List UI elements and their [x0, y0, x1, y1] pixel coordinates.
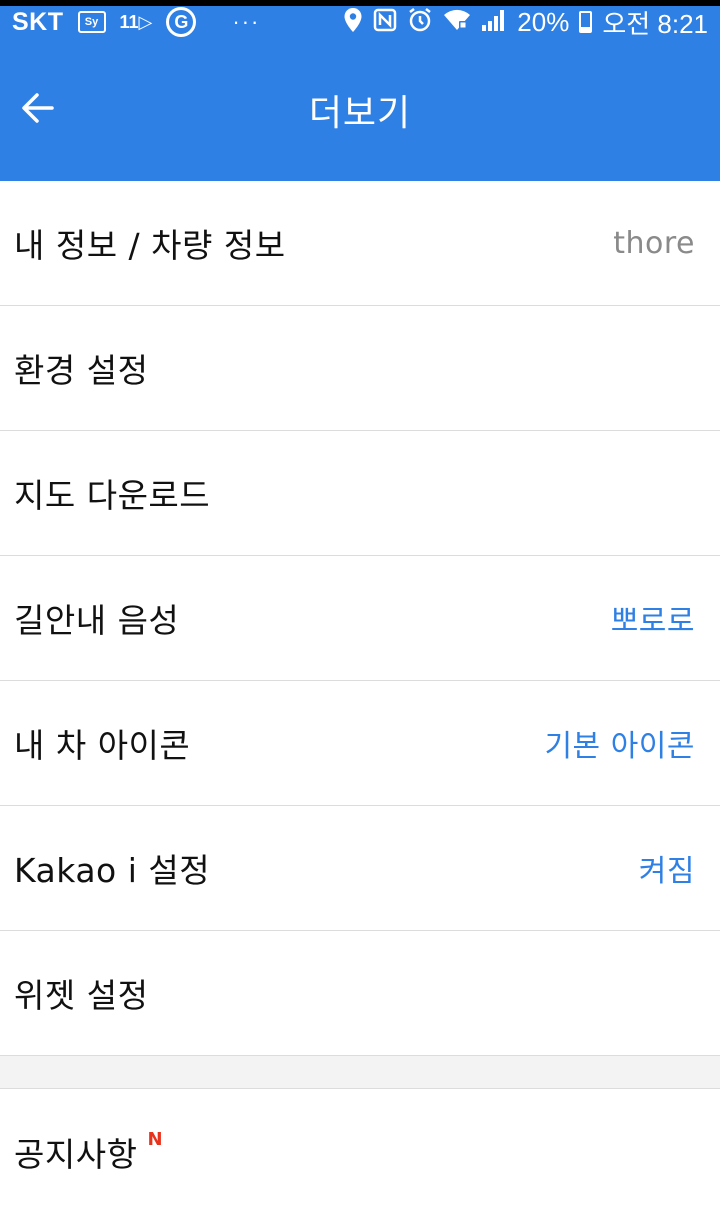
status-bar: SKT Sy 11▷ G ··· 20% 오전 8:21	[0, 0, 720, 44]
menu-item-label: Kakao i 설정	[14, 851, 211, 890]
battery-percent: 20%	[517, 6, 570, 37]
menu-item-label: 내 정보 / 차량 정보	[14, 226, 286, 265]
menu-item-label: 공지사항	[14, 1134, 138, 1174]
carrier-label: SKT	[12, 7, 64, 36]
menu-item-my-info[interactable]: 내 정보 / 차량 정보 thore	[0, 181, 720, 306]
nfc-icon	[373, 8, 397, 36]
battery-icon	[579, 11, 593, 33]
menu-item-map-download[interactable]: 지도 다운로드	[0, 431, 720, 556]
menu-item-value: 뽀로로	[610, 604, 695, 639]
menu-item-value: 켜짐	[638, 854, 695, 889]
signal-icon	[481, 8, 507, 36]
menu-item-notice[interactable]: 공지사항 N	[0, 1089, 720, 1214]
menu-item-navigation-voice[interactable]: 길안내 음성 뽀로로	[0, 556, 720, 681]
new-badge: N	[147, 1129, 163, 1150]
status-bar-right: 20% 오전 8:21	[343, 4, 708, 41]
page-title: 더보기	[308, 93, 412, 134]
eleven-st-icon: 11▷	[119, 11, 153, 32]
wifi-icon	[443, 8, 471, 36]
clock: 오전 8:21	[602, 8, 708, 39]
menu-list: 내 정보 / 차량 정보 thore 환경 설정 지도 다운로드 길안내 음성 …	[0, 181, 720, 1214]
menu-item-car-icon[interactable]: 내 차 아이콘 기본 아이콘	[0, 681, 720, 806]
menu-item-kakao-i[interactable]: Kakao i 설정 켜짐	[0, 806, 720, 931]
location-pin-icon	[343, 7, 363, 37]
menu-item-label: 위젯 설정	[14, 976, 149, 1015]
menu-item-value: thore	[613, 225, 695, 261]
menu-item-value: 기본 아이콘	[544, 729, 695, 764]
menu-item-label: 길안내 음성	[14, 601, 180, 640]
google-icon: G	[166, 7, 197, 37]
status-bar-left: SKT Sy 11▷ G ···	[12, 7, 260, 37]
app-bar: 더보기	[0, 44, 720, 181]
menu-item-label: 내 차 아이콘	[14, 726, 191, 765]
sy-app-icon: Sy	[77, 11, 106, 33]
menu-item-label: 환경 설정	[14, 351, 149, 390]
menu-item-settings[interactable]: 환경 설정	[0, 306, 720, 431]
eleven-st-label: 11	[119, 11, 139, 32]
menu-item-label: 지도 다운로드	[14, 476, 211, 515]
more-notifications-icon: ···	[232, 9, 261, 34]
section-divider	[0, 1056, 720, 1089]
menu-item-widget[interactable]: 위젯 설정	[0, 931, 720, 1056]
battery-fill	[581, 27, 591, 31]
alarm-icon	[407, 7, 433, 37]
